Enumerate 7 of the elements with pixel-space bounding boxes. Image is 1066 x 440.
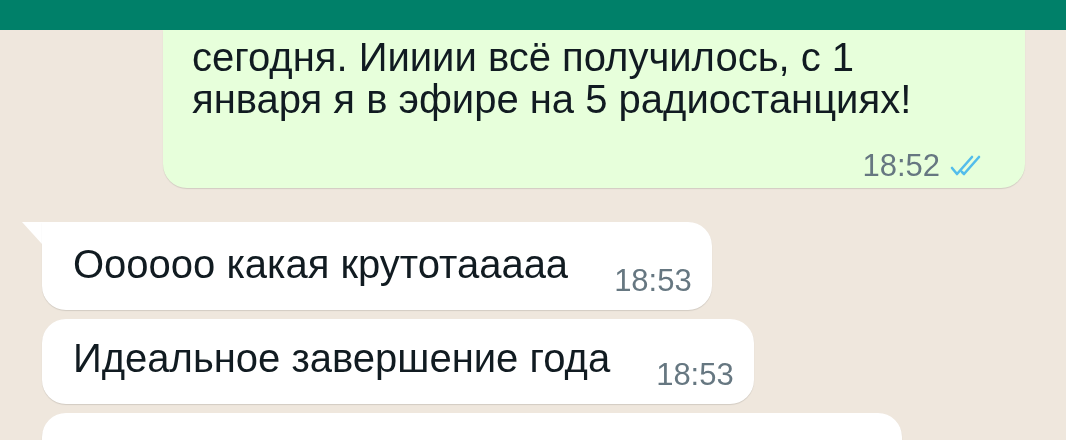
message-text: января я в эфире на 5 радиостанциях!	[192, 78, 913, 120]
message-time: 18:53	[614, 263, 692, 299]
message-time: 18:52	[862, 148, 940, 184]
message-text: Оооооо какая крутотааааа	[73, 243, 569, 285]
message-text: Идеальное завершение года	[73, 337, 611, 379]
message-text: сегодня. Иииии всё получилось, с 1	[192, 36, 856, 78]
message-time: 18:53	[656, 357, 734, 393]
